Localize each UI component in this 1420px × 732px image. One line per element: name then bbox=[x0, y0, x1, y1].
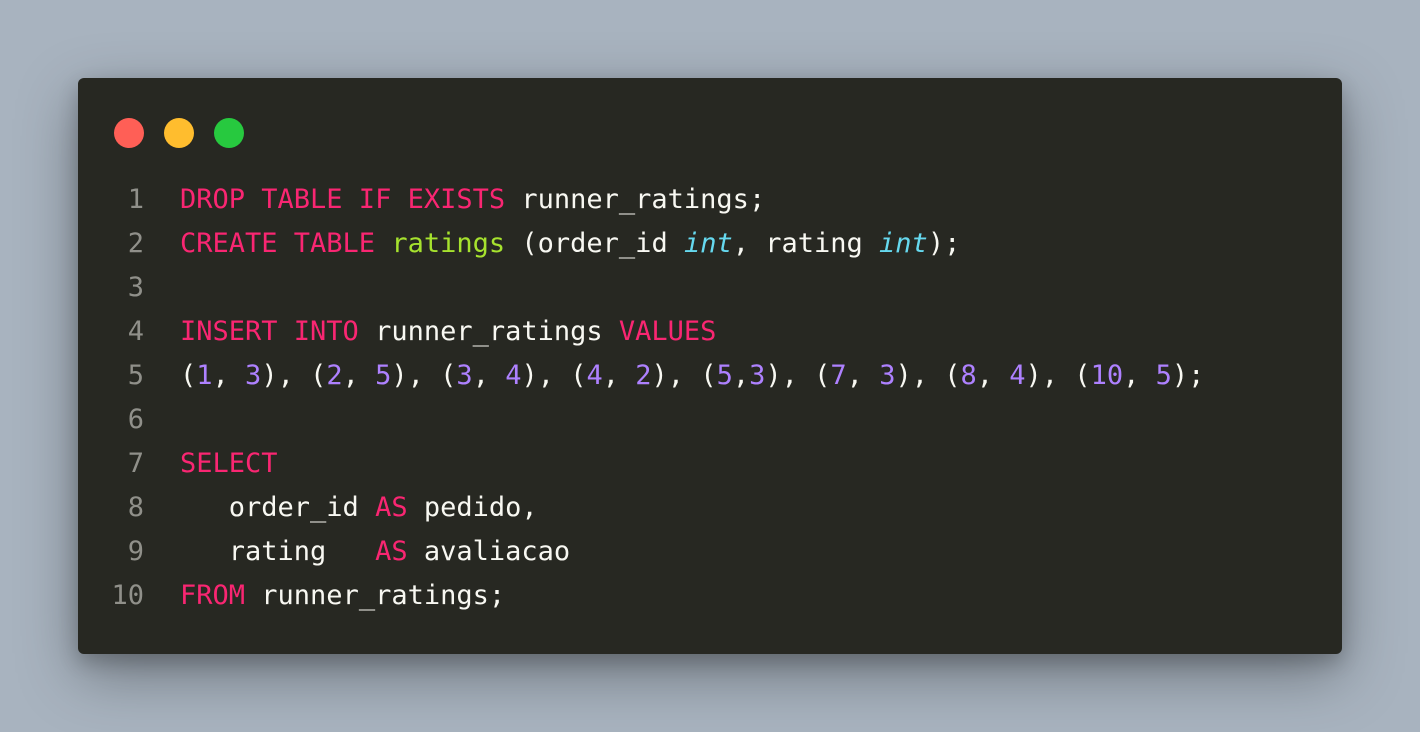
code-token: ), ( bbox=[895, 360, 961, 391]
code-token: ), ( bbox=[521, 360, 587, 391]
code-token: runner_ratings; bbox=[505, 184, 766, 215]
line-number: 4 bbox=[127, 316, 144, 347]
code-token: , rating bbox=[732, 228, 880, 259]
code-token: 5 bbox=[716, 360, 733, 391]
code-token: 8 bbox=[960, 360, 977, 391]
code-token: int bbox=[683, 228, 733, 259]
code-token: rating bbox=[180, 536, 376, 567]
code-line: 6 bbox=[78, 398, 1342, 442]
code-token: avaliacao bbox=[407, 536, 571, 567]
code-token: ), ( bbox=[765, 360, 831, 391]
line-number: 7 bbox=[127, 448, 144, 479]
code-token: (order_id bbox=[505, 228, 684, 259]
code-line: 10 FROM runner_ratings; bbox=[78, 574, 1342, 618]
code-token: 3 bbox=[456, 360, 473, 391]
code-line: 9 rating AS avaliacao bbox=[78, 530, 1342, 574]
code-line: 1 DROP TABLE IF EXISTS runner_ratings; bbox=[78, 178, 1342, 222]
code-text: SELECT bbox=[180, 442, 278, 486]
code-token: pedido, bbox=[407, 492, 538, 523]
code-token: runner_ratings; bbox=[245, 580, 506, 611]
code-token: AS bbox=[375, 492, 408, 523]
code-token: 4 bbox=[505, 360, 522, 391]
code-text: CREATE TABLE ratings (order_id int, rati… bbox=[180, 222, 960, 266]
code-token: FROM bbox=[180, 580, 246, 611]
code-token: ); bbox=[927, 228, 961, 259]
code-line: 2 CREATE TABLE ratings (order_id int, rat… bbox=[78, 222, 1342, 266]
code-token: VALUES bbox=[618, 316, 717, 347]
code-token: int bbox=[879, 228, 928, 259]
code-token: 3 bbox=[749, 360, 766, 391]
code-text: FROM runner_ratings; bbox=[180, 574, 505, 618]
line-number: 8 bbox=[127, 492, 144, 523]
code-text: rating AS avaliacao bbox=[180, 530, 570, 574]
code-line: 8 order_id AS pedido, bbox=[78, 486, 1342, 530]
code-token: 5 bbox=[1155, 360, 1172, 391]
minimize-button[interactable] bbox=[164, 118, 194, 148]
code-token: 3 bbox=[245, 360, 262, 391]
code-line: 4 INSERT INTO runner_ratings VALUES bbox=[78, 310, 1342, 354]
code-token: SELECT bbox=[180, 448, 278, 479]
code-token: , bbox=[212, 360, 246, 391]
code-window: 1 DROP TABLE IF EXISTS runner_ratings; 2 CR… bbox=[78, 78, 1342, 654]
code-token: ), ( bbox=[651, 360, 717, 391]
code-token: 4 bbox=[1009, 360, 1026, 391]
line-number: 6 bbox=[127, 404, 144, 435]
code-token: ( bbox=[180, 360, 197, 391]
code-line: 5 (1, 3), (2, 5), (3, 4), (4, 2), (5,3), … bbox=[78, 354, 1342, 398]
line-number: 1 bbox=[127, 184, 144, 215]
close-button[interactable] bbox=[114, 118, 144, 148]
code-token: , bbox=[732, 360, 750, 391]
code-text: (1, 3), (2, 5), (3, 4), (4, 2), (5,3), (… bbox=[180, 354, 1204, 398]
code-token: 3 bbox=[879, 360, 896, 391]
code-token: , bbox=[602, 360, 636, 391]
line-number: 2 bbox=[127, 228, 144, 259]
code-token: ); bbox=[1171, 360, 1205, 391]
code-token: ), ( bbox=[1025, 360, 1091, 391]
code-line: 7 SELECT bbox=[78, 442, 1342, 486]
code-block: 1 DROP TABLE IF EXISTS runner_ratings; 2 CR… bbox=[78, 178, 1342, 618]
code-token: , bbox=[1123, 360, 1156, 391]
code-token: order_id bbox=[180, 492, 376, 523]
code-text: INSERT INTO runner_ratings VALUES bbox=[180, 310, 716, 354]
code-token: , bbox=[846, 360, 880, 391]
code-token: ), ( bbox=[261, 360, 327, 391]
code-token: , bbox=[472, 360, 506, 391]
code-token: INSERT INTO bbox=[180, 316, 359, 347]
line-number: 10 bbox=[111, 580, 144, 611]
line-number: 5 bbox=[127, 360, 144, 391]
maximize-button[interactable] bbox=[214, 118, 244, 148]
code-token: 2 bbox=[326, 360, 343, 391]
code-token: 2 bbox=[635, 360, 652, 391]
code-token: DROP TABLE IF EXISTS bbox=[180, 184, 506, 215]
line-number: 9 bbox=[127, 536, 144, 567]
code-token: 4 bbox=[586, 360, 603, 391]
code-token: ), ( bbox=[391, 360, 457, 391]
code-token: ratings bbox=[391, 228, 506, 259]
code-token: CREATE TABLE bbox=[180, 228, 376, 259]
line-number: 3 bbox=[127, 272, 144, 303]
code-token: , bbox=[342, 360, 376, 391]
code-text: order_id AS pedido, bbox=[180, 486, 538, 530]
code-token: 5 bbox=[375, 360, 392, 391]
code-token: 7 bbox=[830, 360, 847, 391]
code-token: AS bbox=[375, 536, 408, 567]
code-token: , bbox=[976, 360, 1010, 391]
code-text: DROP TABLE IF EXISTS runner_ratings; bbox=[180, 178, 765, 222]
code-token: 10 bbox=[1090, 360, 1124, 391]
code-line: 3 bbox=[78, 266, 1342, 310]
code-token: 1 bbox=[196, 360, 213, 391]
code-token: runner_ratings bbox=[358, 316, 619, 347]
